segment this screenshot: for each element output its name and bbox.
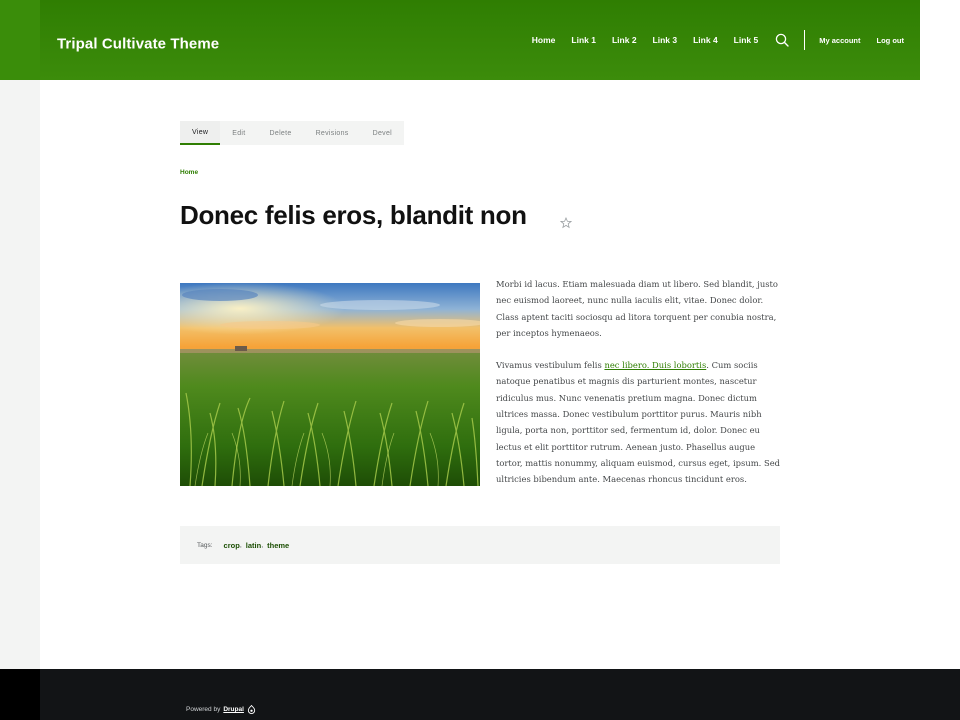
drupal-link[interactable]: Drupal: [223, 706, 244, 713]
powered-by: Powered by Drupal: [186, 704, 256, 714]
body-text: Morbi id lacus. Etiam malesuada diam ut …: [496, 276, 782, 504]
tab-delete[interactable]: Delete: [258, 121, 304, 145]
tag-crop[interactable]: crop: [224, 541, 240, 550]
body-text-run: Vivamus vestibulum felis: [496, 360, 605, 371]
nav-link-3[interactable]: Link 3: [653, 35, 678, 45]
page-title: Donec felis eros, blandit non: [180, 200, 527, 230]
tag-latin[interactable]: latin: [246, 541, 261, 550]
local-tasks-tabs: View Edit Delete Revisions Devel: [180, 121, 405, 145]
header-edge: [0, 0, 40, 80]
tags-field: Tags: crop, latin, theme: [180, 526, 780, 564]
nav-divider: [804, 30, 806, 50]
tag-separator: ,: [239, 541, 242, 549]
nav-link-2[interactable]: Link 2: [612, 35, 637, 45]
tab-devel[interactable]: Devel: [361, 121, 404, 145]
body-text-run: . Cum sociis natoque penatibus et magnis…: [496, 360, 781, 485]
main-nav: Home Link 1 Link 2 Link 3 Link 4 Link 5 …: [532, 0, 920, 80]
drupal-icon: [247, 704, 256, 714]
site-title[interactable]: Tripal Cultivate Theme: [57, 36, 219, 53]
body-paragraph-2: Vivamus vestibulum felis nec libero. Dui…: [496, 357, 782, 487]
crop-field-image: [180, 283, 480, 486]
log-out-link[interactable]: Log out: [877, 36, 905, 45]
tag-separator: ,: [261, 541, 264, 549]
my-account-link[interactable]: My account: [819, 36, 860, 45]
site-header: Tripal Cultivate Theme Home Link 1 Link …: [40, 0, 920, 80]
tab-view[interactable]: View: [180, 121, 221, 145]
star-icon[interactable]: [559, 216, 573, 229]
left-gutter: [0, 0, 40, 670]
powered-by-label: Powered by: [186, 706, 221, 713]
tab-revisions[interactable]: Revisions: [304, 121, 361, 145]
nav-link-4[interactable]: Link 4: [693, 35, 718, 45]
nav-link-1[interactable]: Link 1: [571, 35, 596, 45]
search-icon[interactable]: [775, 32, 791, 48]
tags-label: Tags:: [197, 541, 213, 549]
tab-edit[interactable]: Edit: [220, 121, 257, 145]
footer-edge: [0, 669, 40, 720]
site-footer: Powered by Drupal: [0, 669, 960, 720]
body-paragraph-1: Morbi id lacus. Etiam malesuada diam ut …: [496, 279, 778, 338]
nav-link-5[interactable]: Link 5: [734, 35, 759, 45]
breadcrumb-home[interactable]: Home: [180, 169, 198, 176]
nav-home[interactable]: Home: [532, 35, 556, 45]
inline-link[interactable]: nec libero. Duis lobortis: [604, 360, 706, 370]
tag-theme[interactable]: theme: [267, 541, 289, 550]
